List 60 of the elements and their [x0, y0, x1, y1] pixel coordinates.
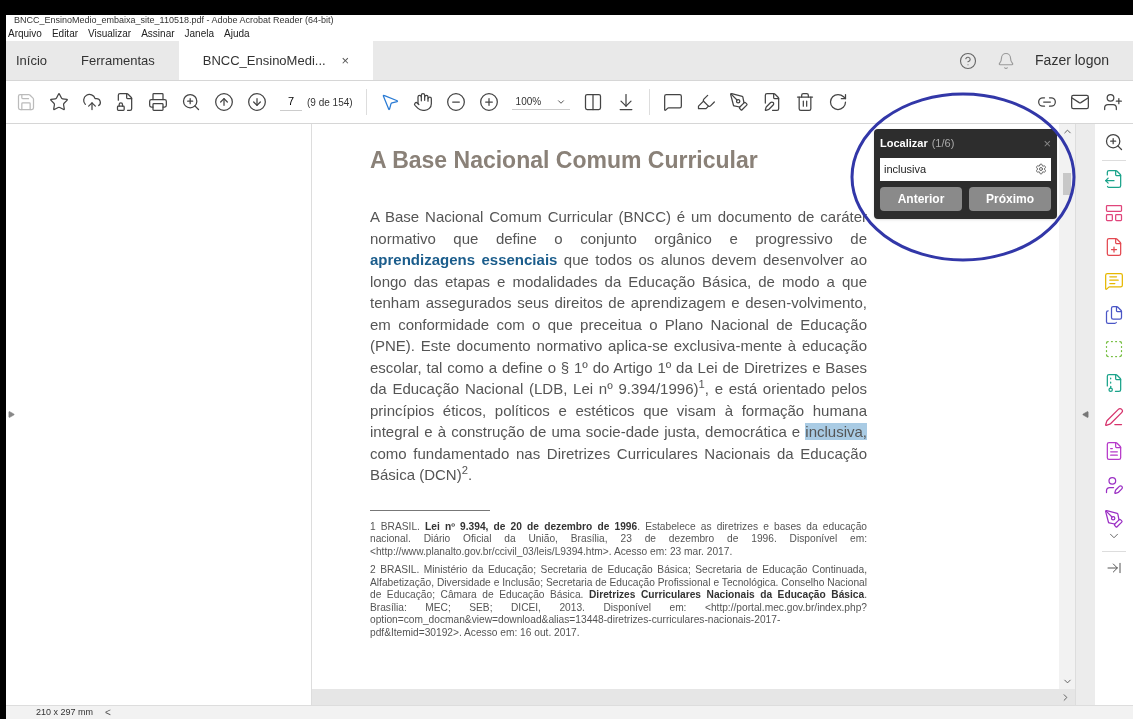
star-icon[interactable] [49, 92, 69, 112]
match-count: (1/6) [931, 136, 955, 151]
previous-page-icon[interactable] [214, 92, 234, 112]
menu-item[interactable]: Arquivo [8, 26, 42, 41]
footnote: 1 BRASIL. Lei nº 9.394, de 20 de dezembro de 1996. Estabelece as diretrizes e bases da educação nacional. Diário Oficial da União, Brasília, 23 de dezembro de 1996. Disponível em: <http://www.planalto.gov.br/ccivil_03/leis/L9394.htm>. Acesso em: 23 mar. 2017. [370, 520, 867, 558]
settings-icon[interactable] [1035, 162, 1047, 175]
file-lock-icon[interactable] [115, 92, 135, 112]
tab[interactable]: Início [6, 41, 72, 80]
tab[interactable]: BNCC_EnsinoMedi... × [178, 41, 374, 80]
menu-item[interactable]: Assinar [141, 26, 175, 41]
file-icon[interactable] [1104, 441, 1124, 461]
scroll-left-arrow[interactable]: < [105, 705, 111, 719]
comment-icon[interactable] [662, 92, 683, 112]
page-number-field[interactable]: 7 [280, 93, 302, 111]
pen-icon[interactable] [1104, 509, 1124, 529]
upload-icon[interactable] [82, 92, 102, 112]
pen-icon[interactable] [728, 92, 749, 112]
menu-item[interactable]: Visualizar [88, 26, 132, 41]
tab[interactable]: Ferramentas [71, 41, 179, 80]
compress-icon[interactable] [1104, 373, 1124, 393]
help-icon[interactable] [959, 51, 978, 70]
scroll-thumb[interactable] [1063, 173, 1071, 195]
close-button[interactable]: × [1043, 136, 1051, 150]
find-title: Localizar [880, 136, 928, 151]
document-paragraph: A Base Nacional Comum Curricular (BNCC) é um documento de caráter normativo que define o conjunto orgânico e progressivo de aprendizagens essenciais que todos os alunos devem desenvolver ao longo das etapas e modalidades da Educação Básica, de modo a que tenham assegurados seus direitos de aprendizagem e desen-volvimento, em conformidade com o que preceitua o Plano Nacional de Educação (PNE). Este documento normativo aplica-se exclusiva-mente à educação escolar, tal como a define o § 1º do Artigo 1º da Lei de Diretrizes e Bases da Educação Nacional (LDB, Lei nº 9.394/1996)$^{1}$, e está orientado pelos princípios éticos, políticos e estéticos que visam à formação humana integral e à construção de uma socie-dade justa, democrática e inclusiva, como fundamentado nas Diretrizes Curriculares Nacionais da Educação Básica (DCN)$^{2}$. [370, 207, 867, 485]
rotate-icon[interactable] [827, 92, 848, 112]
highlighter-icon[interactable] [695, 92, 716, 112]
zoom-in-icon[interactable] [478, 92, 499, 112]
menu-item[interactable]: Ajuda [224, 26, 250, 41]
horizontal-scrollbar[interactable] [312, 689, 1075, 705]
fill-sign-icon[interactable] [1104, 407, 1124, 427]
print-icon[interactable] [148, 92, 168, 112]
page-size: 210 x 297 mm [36, 705, 94, 719]
combine-icon[interactable] [1104, 305, 1124, 325]
search-icon[interactable] [181, 92, 201, 112]
collapse-panel-icon[interactable] [1106, 560, 1122, 576]
hand-icon[interactable] [412, 92, 433, 112]
organize-icon[interactable] [1104, 203, 1124, 223]
vertical-scrollbar[interactable] [1059, 124, 1075, 689]
mail-icon[interactable] [1070, 92, 1090, 112]
fit-page-icon[interactable] [582, 92, 603, 112]
menu-item[interactable]: Janela [184, 26, 215, 41]
trash-icon[interactable] [794, 92, 815, 112]
create-file-icon[interactable] [1104, 237, 1124, 257]
document-title: A Base Nacional Comum Curricular [370, 146, 758, 174]
page-count: (9 de 154) [307, 95, 353, 110]
sign-in-button[interactable]: Fazer logon [1035, 50, 1109, 71]
find-field[interactable]: inclusiva [880, 157, 1051, 181]
footnote: 2 BRASIL. Ministério da Educação; Secretaria de Educação Básica; Secretaria de Educação Continuada, Alfabetização, Diversidade e Inclusão; Secretaria de Educação Profissional e Tecnológica. Conselho Nacional de Educação; Câmara de Educação Básica. Diretrizes Curriculares Nacionais da Educação Básica. Brasília: MEC; SEB; DICEI, 2013. Disponível em: <http://portal.mec.gov.br/index.php?option=com_docman&view=download&alias=13448-diretrizes-curriculares-nacionais-2017-pdf&Itemid=30192>. Acesso em: 16 out. 2017. [370, 564, 867, 639]
export-icon[interactable] [1104, 169, 1124, 189]
collapse-icon[interactable] [1082, 411, 1089, 418]
expand-icon[interactable] [8, 411, 15, 418]
add-user-icon[interactable] [1103, 92, 1123, 112]
window-title: BNCC_EnsinoMedio_embaixa_site_110518.pdf - Adobe Acrobat Reader (64-bit) [14, 15, 334, 26]
signature-icon[interactable] [1104, 475, 1124, 495]
zoom-out-icon[interactable] [445, 92, 466, 112]
menu-item[interactable]: Editar [51, 26, 79, 41]
next-page-icon[interactable] [247, 92, 267, 112]
zoom-icon[interactable] [1104, 132, 1124, 152]
zoom-dropdown[interactable]: 100% [511, 94, 570, 110]
